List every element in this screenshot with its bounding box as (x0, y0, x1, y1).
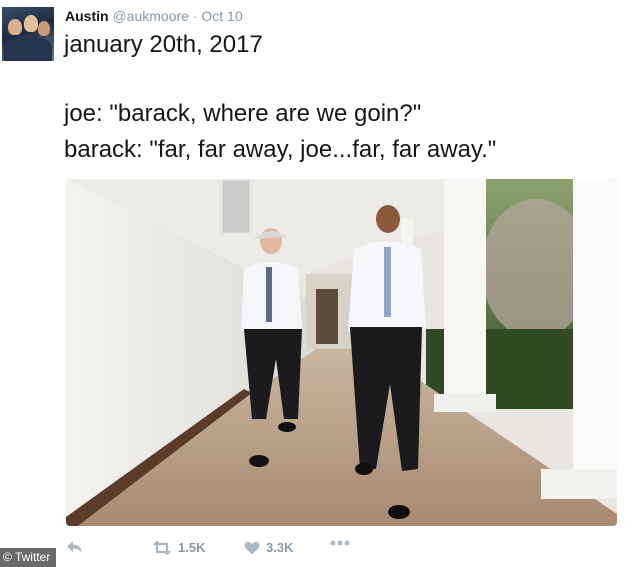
retweet-icon (153, 540, 171, 555)
tweet-text-line-2: joe: "barack, where are we goin?" (64, 100, 422, 127)
separator: · (192, 8, 198, 24)
retweet-button[interactable]: 1.5K (152, 540, 205, 555)
tweet-text-line-1: january 20th, 2017 (64, 31, 263, 58)
tweet-header: Austin @aukmoore · Oct 10 (65, 8, 243, 24)
author-name[interactable]: Austin (65, 8, 109, 24)
tweet-text-line-3: barack: "far, far away, joe...far, far a… (64, 136, 497, 163)
tweet-date[interactable]: Oct 10 (201, 8, 242, 24)
more-icon (330, 540, 350, 546)
retweet-count: 1.5K (178, 540, 206, 555)
reply-icon (67, 541, 82, 553)
tweet-actions: 1.5K 3.3K (0, 535, 634, 567)
like-count: 3.3K (266, 540, 294, 555)
image-credit: © Twitter (0, 548, 57, 567)
reply-button[interactable] (66, 540, 83, 554)
tweet-photo[interactable] (66, 179, 617, 526)
like-button[interactable]: 3.3K (244, 540, 293, 555)
author-handle[interactable]: @aukmoore (112, 8, 188, 24)
photo-image (66, 179, 617, 526)
more-button[interactable] (330, 540, 350, 546)
avatar[interactable] (2, 7, 54, 61)
heart-icon (244, 541, 260, 554)
